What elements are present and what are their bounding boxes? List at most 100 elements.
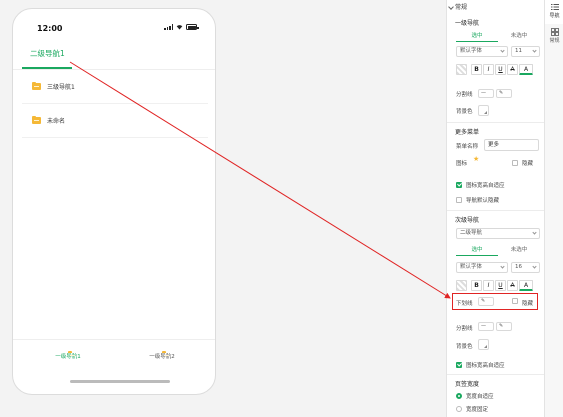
bottom-nav-label: 一级导航1 <box>55 354 81 360</box>
folder-icon <box>32 115 41 124</box>
list-item[interactable]: 三级导航1 <box>22 70 208 104</box>
secondary-nav-select[interactable]: 二级导航 <box>456 228 540 239</box>
folder-icon <box>32 81 41 90</box>
divider-label: 分割线 <box>456 326 473 332</box>
bg-color-swatch[interactable] <box>478 339 489 350</box>
chevron-down-icon <box>500 264 505 269</box>
bg-color-label: 背景色 <box>456 109 473 115</box>
side-tab-label: 导航 <box>549 13 560 19</box>
tab-unselected-state[interactable]: 未选中 <box>498 245 540 256</box>
chevron-down-icon <box>448 3 454 10</box>
icon-label: 图标 <box>456 161 468 167</box>
text-color-button[interactable]: A <box>519 63 533 75</box>
bold-button[interactable]: B <box>471 63 482 75</box>
font-family-value: 默认字体 <box>460 48 483 54</box>
divider-color-select[interactable]: ✎ <box>496 89 512 98</box>
heading-secondary-nav: 次级导航 <box>455 217 480 224</box>
chevron-down-icon <box>500 48 505 53</box>
side-tab-navigation[interactable]: 导航 <box>545 0 563 24</box>
italic-button[interactable]: I <box>483 279 494 291</box>
list-item-label: 三级导航1 <box>47 84 75 91</box>
side-tab-general[interactable]: 常规 <box>545 26 563 50</box>
hide-icon-checkbox[interactable] <box>512 160 518 166</box>
chevron-down-icon <box>532 230 537 235</box>
font-size-select[interactable]: 11 <box>511 46 540 57</box>
grid-icon <box>550 28 559 36</box>
primary-nav-state-toggle: 选中 未选中 <box>456 31 540 42</box>
phone-preview: 12:00 二级导航1 三级导航1 未命名 一级导航1 一级导航2 <box>12 8 216 395</box>
tab-selected-state[interactable]: 选中 <box>456 31 498 42</box>
bottom-nav-bar: 一级导航1 一级导航2 <box>13 339 215 384</box>
battery-icon <box>186 24 199 30</box>
secondary-tab-bar: 二级导航1 <box>13 42 215 70</box>
icon-adaptive-label: 图标宽高自适应 <box>466 183 505 189</box>
status-bar: 12:00 <box>13 9 215 39</box>
hide-icon-label: 隐藏 <box>522 161 534 167</box>
side-tab-strip: 导航 常规 <box>544 0 563 417</box>
heading-page-width: 页签宽度 <box>455 381 480 388</box>
property-panel: 常规 一级导航 选中 未选中 默认字体 11 B I U A A 分割线 — ✎… <box>446 0 545 417</box>
underline-button[interactable]: U <box>495 279 506 291</box>
nav-default-hidden-label: 导航默认隐藏 <box>466 198 500 204</box>
fill-color-icon[interactable] <box>456 279 467 291</box>
bottom-nav-item-1[interactable]: 一级导航1 <box>43 352 93 360</box>
font-family-select[interactable]: 默认字体 <box>456 262 508 273</box>
icon-adaptive-checkbox[interactable] <box>456 182 462 188</box>
divider-style-select[interactable]: — <box>478 89 494 98</box>
bottom-nav-item-2[interactable]: 一级导航2 <box>137 352 187 360</box>
format-toolbar: B I U A A <box>456 279 533 291</box>
home-indicator <box>70 380 170 383</box>
tab-active-underline <box>22 67 72 69</box>
divider-style-select[interactable]: — <box>478 322 494 331</box>
section-header-general[interactable]: 常规 <box>448 2 468 11</box>
underline-row-highlight <box>452 293 538 310</box>
star-icon[interactable]: ★ <box>473 155 479 163</box>
font-family-value: 默认字体 <box>460 264 483 270</box>
format-toolbar: B I U A A <box>456 63 533 75</box>
chevron-down-icon <box>532 264 537 269</box>
width-adaptive-radio[interactable] <box>456 393 462 399</box>
bg-color-label: 背景色 <box>456 344 473 350</box>
bottom-nav-label: 一级导航2 <box>149 354 175 360</box>
divider-label: 分割线 <box>456 92 473 98</box>
font-size-select[interactable]: 16 <box>511 262 540 273</box>
nav-default-hidden-checkbox[interactable] <box>456 197 462 203</box>
bold-button[interactable]: B <box>471 279 482 291</box>
underline-button[interactable]: U <box>495 63 506 75</box>
italic-button[interactable]: I <box>483 63 494 75</box>
font-size-value: 11 <box>515 48 522 54</box>
status-time: 12:00 <box>37 24 63 33</box>
icon-adaptive-checkbox[interactable] <box>456 362 462 368</box>
tab-secondary-nav-1[interactable]: 二级导航1 <box>30 48 65 59</box>
width-adaptive-label: 宽度自适应 <box>466 394 494 400</box>
strikethrough-button[interactable]: A <box>507 63 518 75</box>
divider <box>447 374 545 375</box>
fill-color-icon[interactable] <box>456 63 467 75</box>
list-icon <box>550 4 559 10</box>
status-icons <box>164 24 199 30</box>
menu-name-label: 菜单名称 <box>456 144 479 150</box>
menu-name-input[interactable]: 更多 <box>484 139 539 151</box>
font-size-value: 16 <box>515 264 522 270</box>
secondary-nav-state-toggle: 选中 未选中 <box>456 245 540 256</box>
text-color-button[interactable]: A <box>519 279 533 291</box>
list-item[interactable]: 未命名 <box>22 104 208 138</box>
strikethrough-button[interactable]: A <box>507 279 518 291</box>
width-fixed-label: 宽度固定 <box>466 407 489 413</box>
font-family-select[interactable]: 默认字体 <box>456 46 508 57</box>
secondary-nav-value: 二级导航 <box>460 230 483 236</box>
divider-color-select[interactable]: ✎ <box>496 322 512 331</box>
section-title: 常规 <box>455 4 468 11</box>
tab-unselected-state[interactable]: 未选中 <box>498 31 540 42</box>
heading-primary-nav: 一级导航 <box>455 20 480 27</box>
signal-icon <box>164 24 173 30</box>
chevron-down-icon <box>532 48 537 53</box>
heading-more-menu: 更多菜单 <box>455 129 480 136</box>
side-tab-label: 常规 <box>549 38 560 44</box>
width-fixed-radio[interactable] <box>456 406 462 412</box>
divider <box>447 210 545 211</box>
divider <box>447 122 545 123</box>
bg-color-swatch[interactable] <box>478 105 489 116</box>
tab-selected-state[interactable]: 选中 <box>456 245 498 256</box>
menu-name-value: 更多 <box>488 142 500 148</box>
